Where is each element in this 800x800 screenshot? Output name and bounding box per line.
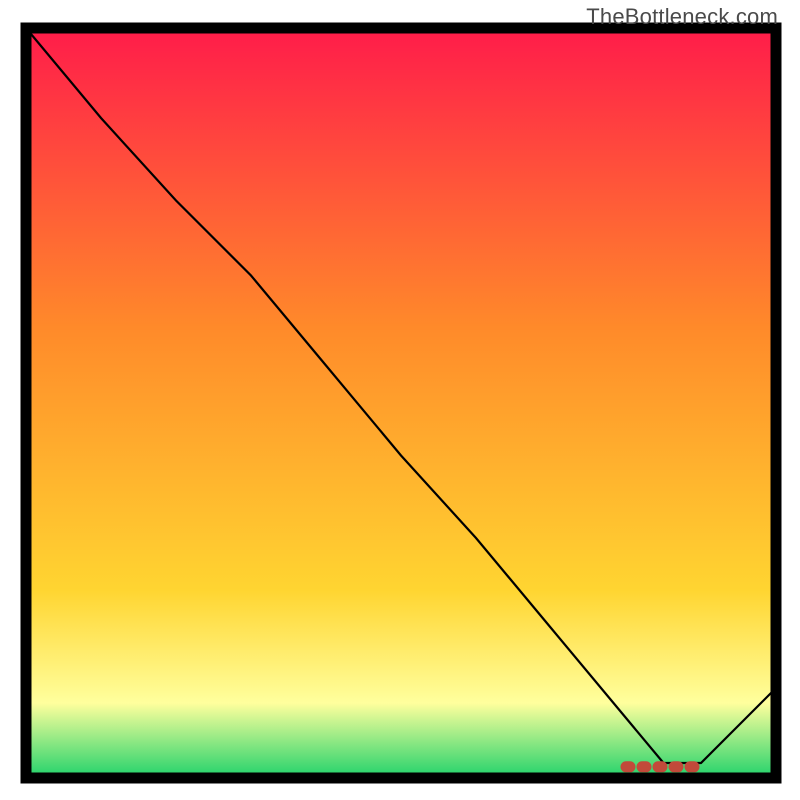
bottleneck-chart <box>0 0 800 800</box>
watermark-label: TheBottleneck.com <box>586 4 778 30</box>
gradient-background <box>26 28 776 778</box>
